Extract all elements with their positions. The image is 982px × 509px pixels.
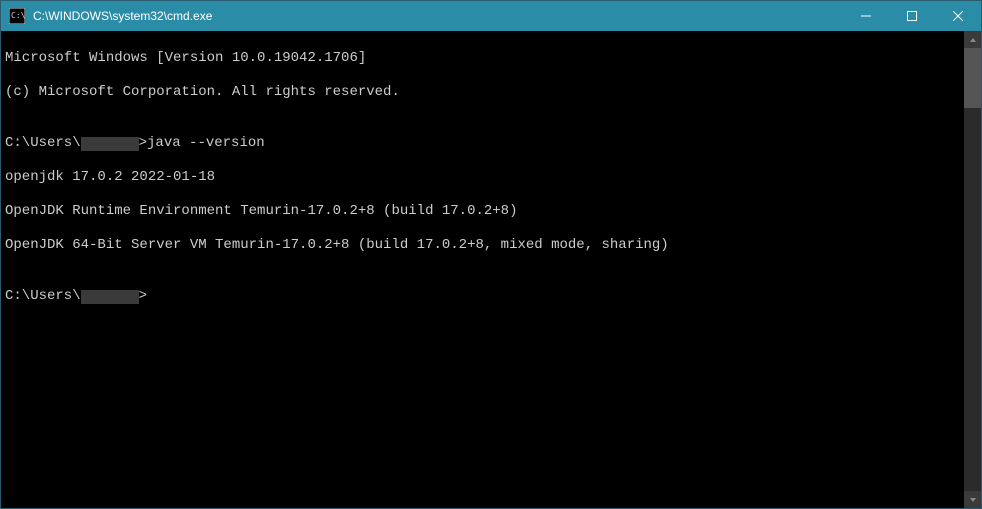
output-line: OpenJDK Runtime Environment Temurin-17.0… (5, 203, 960, 220)
redacted-username (81, 290, 139, 304)
terminal-output[interactable]: Microsoft Windows [Version 10.0.19042.17… (1, 31, 964, 508)
prompt-prefix: C:\Users\ (5, 288, 81, 304)
prompt-suffix: > (139, 135, 147, 151)
cmd-icon: C:\ (9, 8, 25, 24)
cmd-window: C:\ C:\WINDOWS\system32\cmd.exe Microsof… (0, 0, 982, 509)
prompt-line: C:\Users\ >java --version (5, 135, 960, 152)
window-title: C:\WINDOWS\system32\cmd.exe (33, 9, 212, 23)
terminal-client-area: Microsoft Windows [Version 10.0.19042.17… (1, 31, 981, 508)
scrollbar-thumb[interactable] (964, 48, 981, 108)
titlebar[interactable]: C:\ C:\WINDOWS\system32\cmd.exe (1, 1, 981, 31)
minimize-button[interactable] (843, 1, 889, 31)
banner-line: Microsoft Windows [Version 10.0.19042.17… (5, 50, 960, 67)
redacted-username (81, 137, 139, 151)
close-button[interactable] (935, 1, 981, 31)
banner-line: (c) Microsoft Corporation. All rights re… (5, 84, 960, 101)
vertical-scrollbar[interactable] (964, 31, 981, 508)
prompt-prefix: C:\Users\ (5, 135, 81, 151)
scrollbar-up-button[interactable] (964, 31, 981, 48)
scrollbar-down-button[interactable] (964, 491, 981, 508)
prompt-line: C:\Users\ > (5, 288, 960, 305)
svg-text:C:\: C:\ (11, 11, 25, 20)
output-line: openjdk 17.0.2 2022-01-18 (5, 169, 960, 186)
window-controls (843, 1, 981, 31)
prompt-suffix: > (139, 288, 147, 304)
command-text: java --version (147, 135, 265, 151)
output-line: OpenJDK 64-Bit Server VM Temurin-17.0.2+… (5, 237, 960, 254)
maximize-button[interactable] (889, 1, 935, 31)
